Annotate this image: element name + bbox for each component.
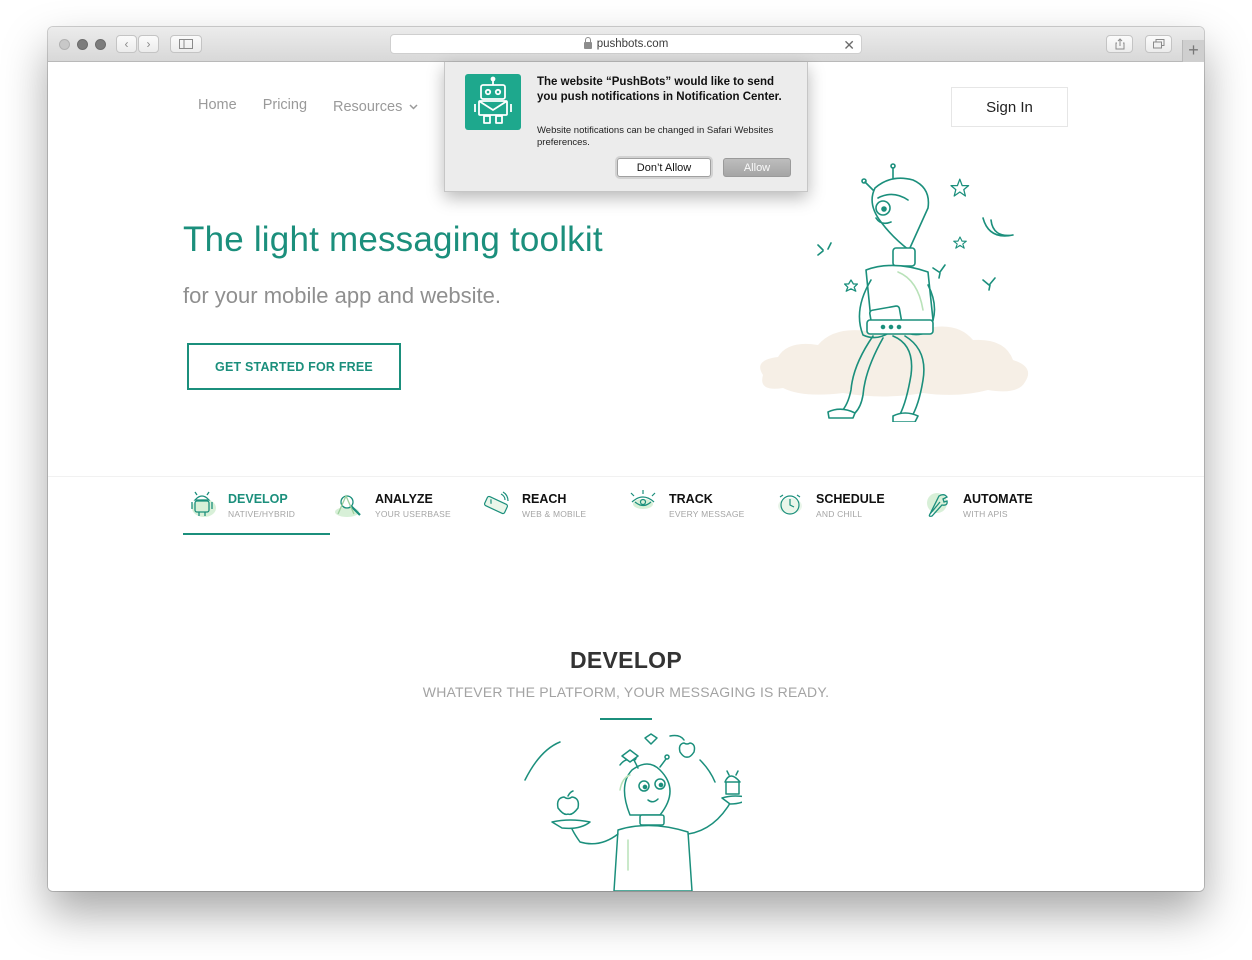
tabs-overview-button[interactable] <box>1145 35 1172 53</box>
feature-tabs: DEVELOP NATIVE/HYBRID ANALYZE YOUR USERB… <box>183 490 1068 536</box>
allow-button[interactable]: Allow <box>723 158 791 177</box>
clock-icon <box>778 494 802 515</box>
tab-develop[interactable]: DEVELOP NATIVE/HYBRID <box>183 490 330 536</box>
tabs-icon <box>1152 39 1164 49</box>
tab-track[interactable]: TRACK EVERY MESSAGE <box>624 490 771 536</box>
eye-icon <box>630 490 656 509</box>
tab-analyze-title: ANALYZE <box>375 492 433 506</box>
sidebar-button[interactable] <box>170 35 202 53</box>
tab-develop-title: DEVELOP <box>228 492 288 506</box>
address-bar[interactable]: pushbots.com ✕ <box>390 34 862 54</box>
zoom-window-button[interactable] <box>95 39 106 50</box>
section-underline <box>600 718 652 720</box>
tab-analyze[interactable]: ANALYZE YOUR USERBASE <box>330 490 477 536</box>
main-nav: Home Pricing Resources C <box>198 97 455 117</box>
hero-title: The light messaging toolkit <box>183 220 603 259</box>
nav-item-home[interactable]: Home <box>198 97 237 117</box>
hero-subtitle: for your mobile app and website. <box>183 283 501 308</box>
tab-track-subtitle: EVERY MESSAGE <box>669 509 745 519</box>
robot-icon <box>474 76 512 124</box>
close-icon[interactable]: ✕ <box>843 37 855 54</box>
tab-develop-subtitle: NATIVE/HYBRID <box>228 509 296 519</box>
dialog-heading: The website “PushBots” would like to sen… <box>537 76 782 103</box>
tab-schedule-title: SCHEDULE <box>816 492 885 506</box>
lock-icon <box>583 36 592 50</box>
tab-automate-subtitle: WITH APIS <box>963 509 1008 519</box>
chevron-right-icon: › <box>146 37 151 51</box>
tab-reach-subtitle: WEB & MOBILE <box>522 509 587 519</box>
chevron-down-icon <box>409 104 418 110</box>
section-title: DEVELOP <box>569 647 682 673</box>
close-window-button[interactable] <box>59 39 70 50</box>
back-button[interactable]: ‹ <box>116 35 137 53</box>
juggling-robot-illustration <box>524 733 742 891</box>
robot-on-cloud-illustration <box>760 163 1029 422</box>
wrench-icon <box>927 493 948 517</box>
pushbots-logo <box>465 74 521 130</box>
plus-icon: + <box>1188 40 1199 60</box>
minimize-window-button[interactable] <box>77 39 88 50</box>
active-tab-indicator <box>183 533 330 535</box>
magnifier-icon <box>335 494 361 517</box>
share-button[interactable] <box>1106 35 1133 53</box>
section-divider <box>48 476 1204 477</box>
tab-automate[interactable]: AUTOMATE WITH APIS <box>918 490 1065 536</box>
share-icon <box>1115 38 1124 50</box>
tab-schedule-subtitle: AND CHILL <box>816 509 863 519</box>
browser-window: ‹ › pushbots.com ✕ + Home Pricing Resour… <box>48 27 1204 891</box>
tab-track-title: TRACK <box>669 492 713 506</box>
nav-item-resources[interactable]: Resources <box>333 97 418 117</box>
tab-analyze-subtitle: YOUR USERBASE <box>375 509 451 519</box>
new-tab-button[interactable]: + <box>1182 40 1204 62</box>
dialog-body: Website notifications can be changed in … <box>537 125 774 148</box>
get-started-button[interactable]: GET STARTED FOR FREE <box>187 343 401 390</box>
android-icon <box>191 491 216 517</box>
phone-icon <box>483 491 509 515</box>
nav-item-pricing[interactable]: Pricing <box>263 97 307 117</box>
nav-item-resources-label: Resources <box>333 99 403 115</box>
browser-toolbar: ‹ › pushbots.com ✕ + <box>48 27 1204 62</box>
notification-permission-dialog: The website “PushBots” would like to sen… <box>444 62 808 192</box>
chevron-left-icon: ‹ <box>124 37 129 51</box>
tab-reach[interactable]: REACH WEB & MOBILE <box>477 490 624 536</box>
tab-schedule[interactable]: SCHEDULE AND CHILL <box>771 490 918 536</box>
tab-automate-title: AUTOMATE <box>963 492 1033 506</box>
dont-allow-button[interactable]: Don’t Allow <box>617 158 711 177</box>
forward-button[interactable]: › <box>138 35 159 53</box>
sidebar-icon <box>179 39 193 49</box>
tab-reach-title: REACH <box>522 492 567 506</box>
sign-in-button[interactable]: Sign In <box>951 87 1068 127</box>
url-text: pushbots.com <box>596 38 669 50</box>
section-subtitle: WHATEVER THE PLATFORM, YOUR MESSAGING IS… <box>422 684 830 700</box>
